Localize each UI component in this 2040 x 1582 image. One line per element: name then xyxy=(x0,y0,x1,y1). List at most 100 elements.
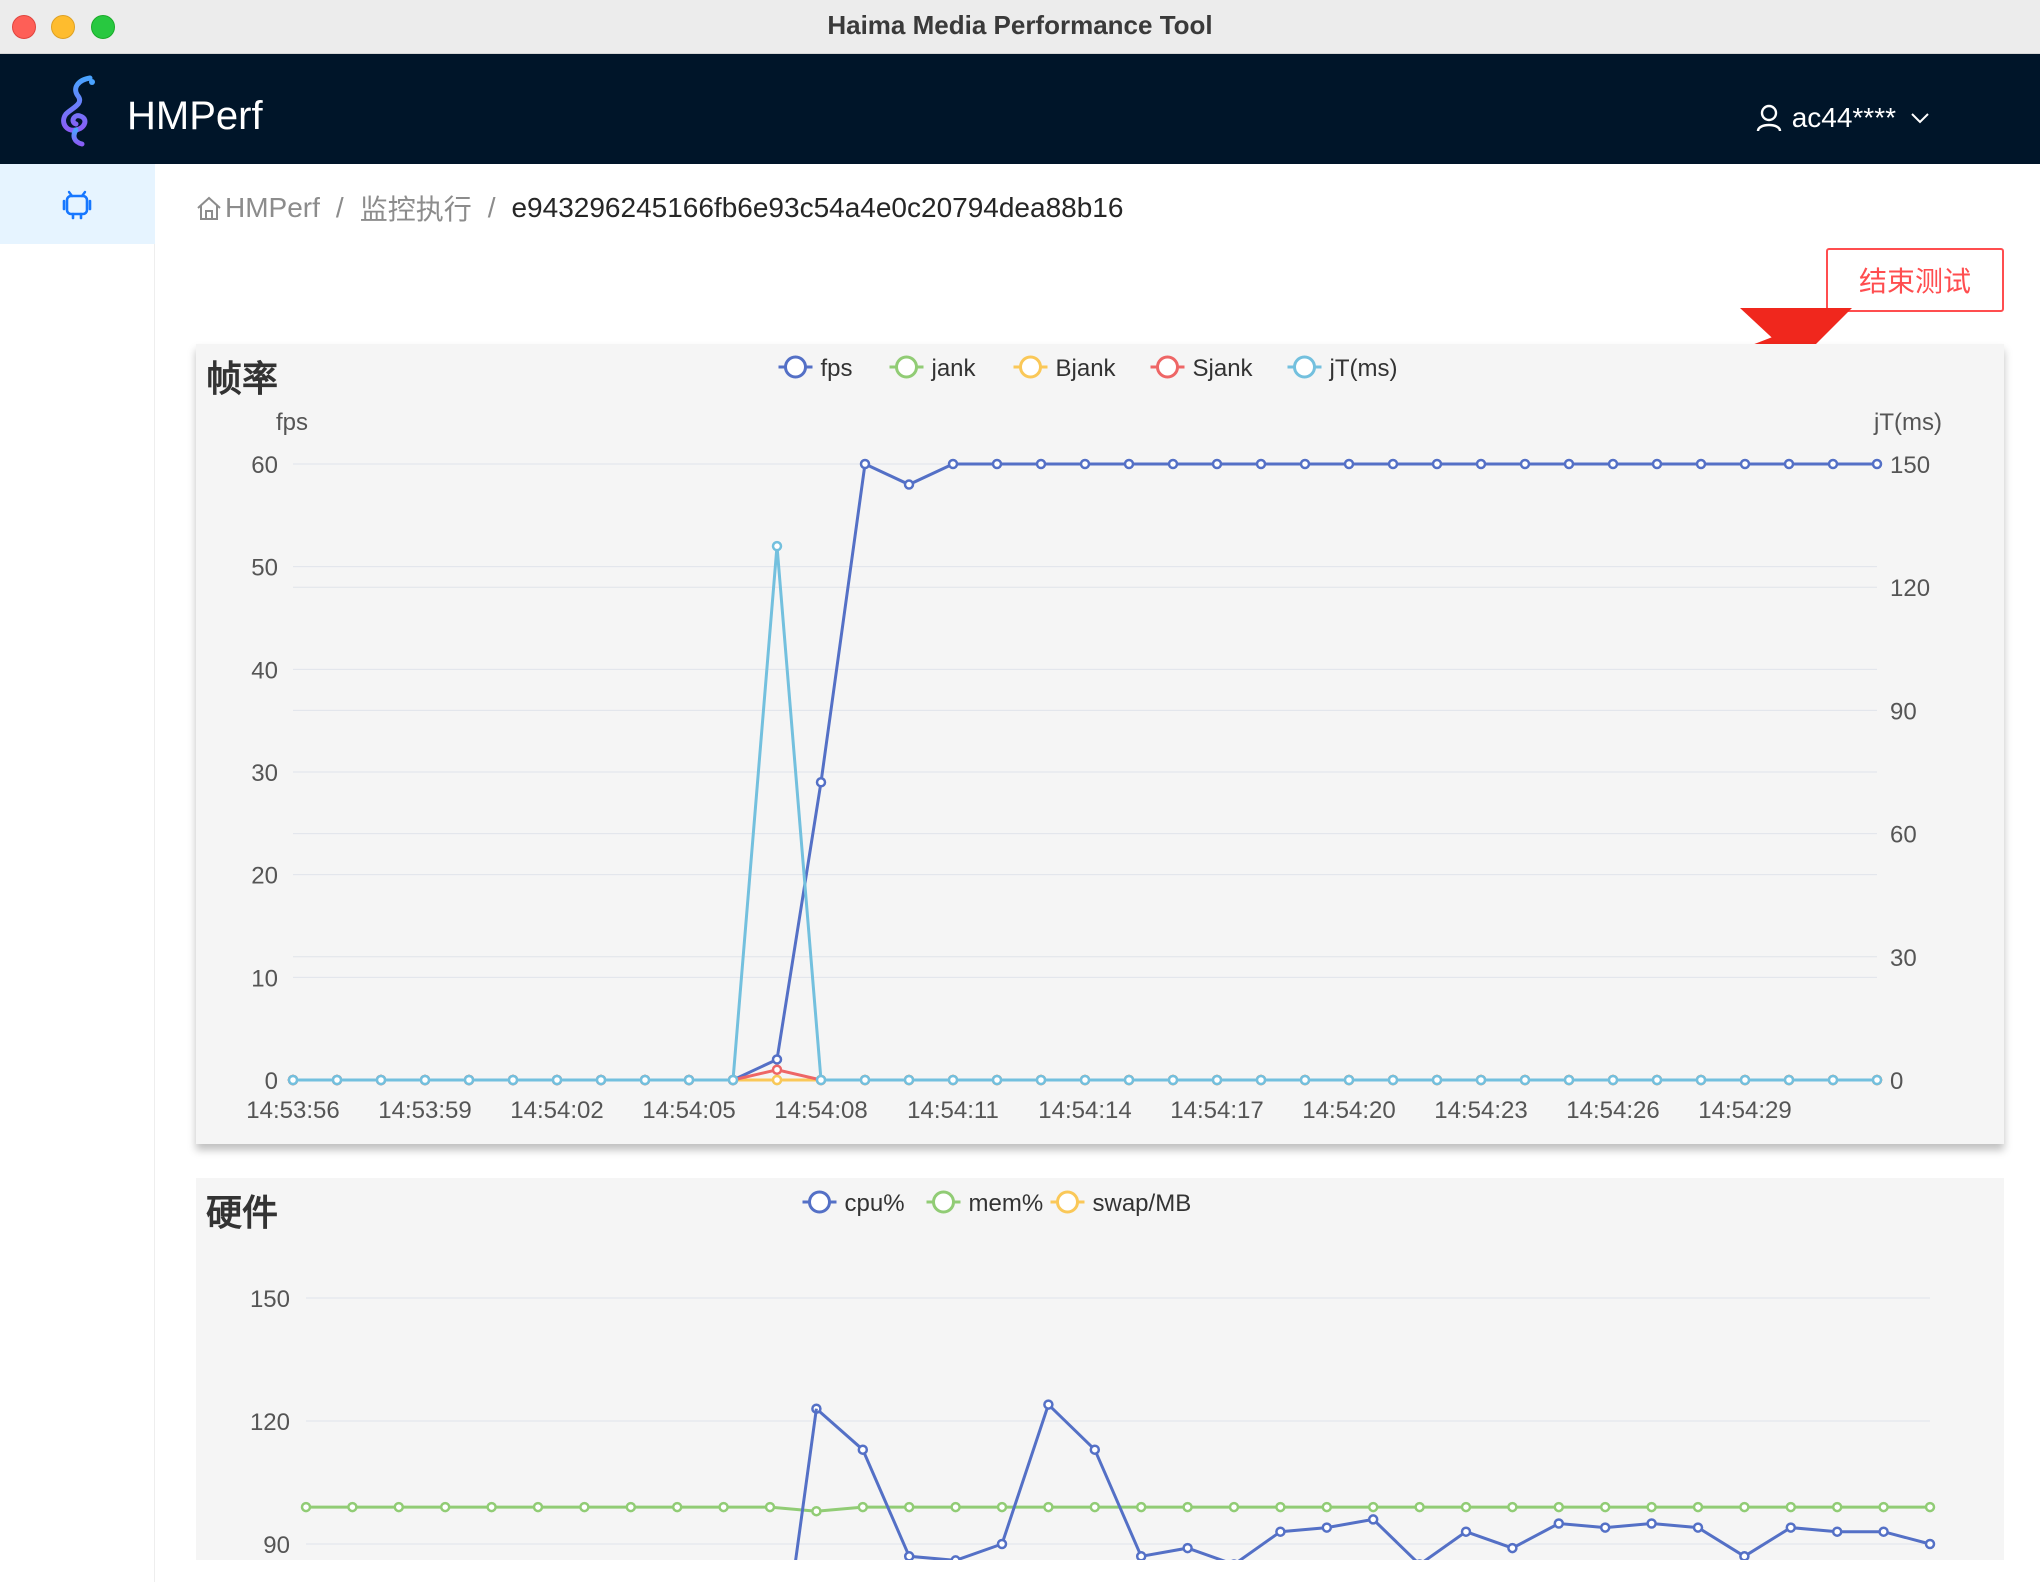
data-point-mem xyxy=(393,1501,405,1513)
sidebar xyxy=(0,164,155,1582)
data-point-cpu xyxy=(1367,1514,1379,1525)
x-tick-label: 14:54:26 xyxy=(1566,1097,1659,1124)
data-point-fps xyxy=(1431,458,1443,470)
series-line-cpu-entry xyxy=(794,1408,818,1560)
app-header: HMPerf ac44**** xyxy=(0,54,2040,164)
data-point-mem xyxy=(1460,1501,1472,1513)
hardware-panel: 硬件 90 120 150 cpu% mem% swap/MB xyxy=(196,1178,2004,1560)
android-icon xyxy=(62,190,92,220)
data-point-mem xyxy=(811,1505,822,1517)
data-point-mem xyxy=(579,1501,590,1513)
data-point-fps xyxy=(1519,458,1531,470)
data-point-mem xyxy=(764,1501,776,1513)
y-axis-title: fps xyxy=(276,409,308,436)
window-title: Haima Media Performance Tool xyxy=(827,10,1213,40)
data-point-jt-ms xyxy=(1695,1074,1707,1086)
data-point-fps xyxy=(1035,458,1047,470)
data-point-jt-ms xyxy=(1651,1074,1663,1086)
data-point-mem xyxy=(950,1501,961,1513)
legend-label-swap-mb: swap/MB xyxy=(1093,1190,1192,1217)
y-right-tick-label: 120 xyxy=(1890,575,1930,602)
breadcrumb-home-label: HMPerf xyxy=(225,192,320,223)
data-point-fps xyxy=(1651,458,1663,470)
data-point-mem xyxy=(1692,1501,1704,1513)
data-point-jt-ms xyxy=(287,1074,299,1086)
legend-label-cpu: cpu% xyxy=(845,1190,905,1217)
data-point-cpu xyxy=(1089,1444,1101,1455)
data-point-jt-ms xyxy=(463,1074,475,1086)
y-tick-label: 10 xyxy=(251,965,278,992)
legend-label-jt-ms: jT(ms) xyxy=(1329,355,1398,382)
chevron-down-icon xyxy=(1911,113,1929,124)
data-point-cpu xyxy=(1460,1526,1472,1537)
sidebar-item-android[interactable] xyxy=(0,164,155,244)
breadcrumb-current: e943296245166fb6e93c54a4e0c20794dea88b16 xyxy=(511,192,1124,223)
breadcrumb-home[interactable]: HMPerf xyxy=(195,192,320,224)
data-point-jt-ms xyxy=(1035,1074,1047,1086)
data-point-cpu xyxy=(1878,1526,1889,1537)
x-tick-label: 14:54:11 xyxy=(907,1097,999,1124)
data-point-cpu xyxy=(1739,1551,1750,1560)
legend-marker-mem xyxy=(932,1190,955,1214)
data-point-jt-ms xyxy=(1871,1074,1883,1086)
data-point-jt-ms xyxy=(771,540,783,552)
breadcrumb-section[interactable]: 监控执行 xyxy=(360,188,472,228)
y-tick-label: 120 xyxy=(250,1409,290,1436)
data-point-mem xyxy=(1182,1501,1193,1513)
data-point-jt-ms xyxy=(947,1074,959,1086)
data-point-mem xyxy=(996,1501,1008,1513)
data-point-jt-ms xyxy=(1387,1074,1399,1086)
data-point-mem xyxy=(532,1501,544,1513)
x-tick-label: 14:53:56 xyxy=(246,1097,339,1124)
y-tick-label: 0 xyxy=(265,1068,278,1095)
y-tick-label: 50 xyxy=(251,555,278,582)
y-tick-label: 90 xyxy=(263,1532,290,1559)
data-point-jt-ms xyxy=(375,1074,387,1086)
data-point-jt-ms xyxy=(1607,1074,1619,1086)
data-point-mem xyxy=(903,1501,915,1513)
x-tick-label: 14:54:20 xyxy=(1302,1097,1395,1124)
y-right-tick-label: 0 xyxy=(1890,1068,1903,1095)
data-point-jt-ms xyxy=(859,1074,871,1086)
data-point-jt-ms xyxy=(1299,1074,1311,1086)
data-point-fps xyxy=(1167,458,1179,470)
data-point-cpu xyxy=(1135,1551,1147,1560)
y-right-axis-title: jT(ms) xyxy=(1873,409,1942,436)
x-tick-label: 14:54:23 xyxy=(1434,1097,1527,1124)
data-point-cpu xyxy=(1599,1522,1611,1533)
data-point-fps xyxy=(1387,458,1399,470)
data-point-mem xyxy=(625,1501,637,1513)
data-point-mem xyxy=(1878,1501,1889,1513)
y-tick-label: 20 xyxy=(251,863,278,890)
data-point-cpu xyxy=(996,1538,1008,1550)
x-tick-label: 14:54:08 xyxy=(774,1097,867,1124)
data-point-fps xyxy=(1783,458,1795,470)
data-point-cpu xyxy=(1924,1538,1936,1550)
data-point-jt-ms xyxy=(1343,1074,1355,1086)
data-point-mem xyxy=(1785,1501,1797,1513)
data-point-mem xyxy=(1414,1501,1425,1513)
data-point-mem xyxy=(1646,1501,1657,1513)
legend-marker-jt-ms xyxy=(1293,355,1316,379)
data-point-cpu xyxy=(903,1551,915,1560)
data-point-fps xyxy=(991,458,1003,470)
legend-label-mem: mem% xyxy=(969,1190,1044,1217)
legend-label-sjank: Sjank xyxy=(1193,355,1254,382)
data-point-mem xyxy=(1367,1501,1379,1513)
data-point-mem xyxy=(1507,1501,1518,1513)
seahorse-logo-icon xyxy=(61,75,95,147)
hardware-panel-title: 硬件 xyxy=(206,1192,279,1233)
series-line-cpu xyxy=(815,1401,1931,1560)
user-menu[interactable]: ac44**** xyxy=(1756,102,1930,134)
data-point-jt-ms xyxy=(1783,1074,1795,1086)
data-point-cpu xyxy=(1043,1399,1054,1410)
data-point-cpu xyxy=(1785,1522,1797,1533)
user-icon xyxy=(1756,104,1781,132)
brand-name: HMPerf xyxy=(127,94,263,138)
data-point-fps xyxy=(859,458,871,470)
y-tick-label: 150 xyxy=(250,1286,290,1313)
legend-label-jank: jank xyxy=(931,355,977,382)
y-tick-label: 60 xyxy=(251,452,278,479)
data-point-fps xyxy=(1079,458,1091,470)
y-right-tick-label: 60 xyxy=(1890,822,1917,849)
